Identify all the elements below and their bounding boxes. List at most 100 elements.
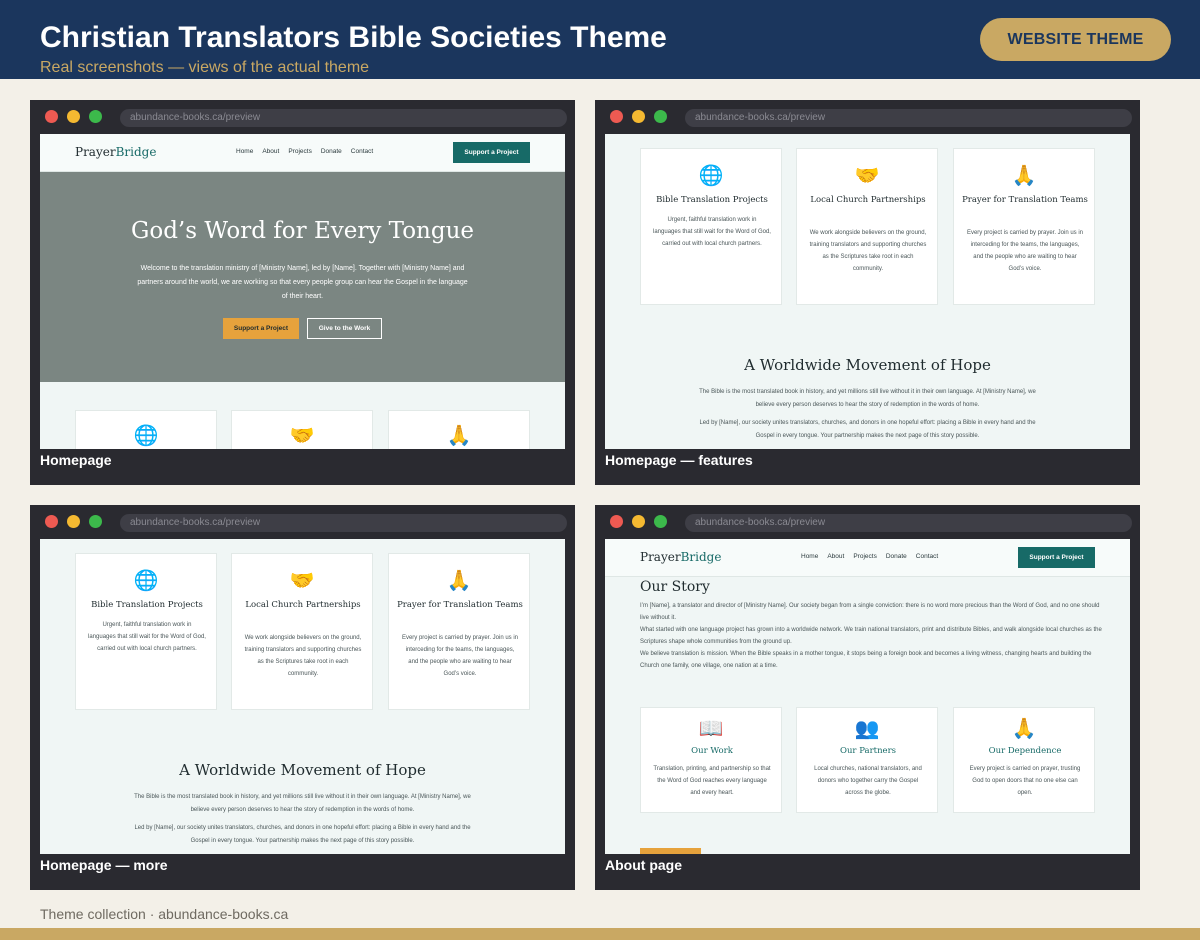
feature-text: Every project is carried by prayer. Join… bbox=[401, 635, 519, 677]
movement-paragraph-1: The Bible is the most translated book in… bbox=[134, 794, 471, 813]
site-logo[interactable]: PrayerBridge bbox=[640, 550, 721, 564]
nav-link-about[interactable]: About bbox=[262, 148, 279, 155]
about-card-text: Every project is carried on prayer, trus… bbox=[969, 766, 1081, 796]
hero-title: God’s Word for Every Tongue bbox=[130, 218, 475, 244]
preview-window-features: abundance-books.ca/preview 🌐 Bible Trans… bbox=[595, 100, 1140, 485]
feature-card: 🙏 Prayer for Translation Teams Every pro… bbox=[953, 148, 1095, 305]
nav-link-projects[interactable]: Projects bbox=[853, 553, 876, 560]
feature-card: 🙏 Prayer for Translation Teams Every pro… bbox=[388, 553, 530, 710]
site-logo[interactable]: PrayerBridge bbox=[75, 145, 156, 159]
feature-text: Every project is carried by prayer. Join… bbox=[966, 230, 1084, 272]
about-card-text: Local churches, national translators, an… bbox=[814, 766, 922, 796]
nav-link-about[interactable]: About bbox=[827, 553, 844, 560]
feature-card: 🤝 Local Church Partnerships We work alon… bbox=[796, 148, 938, 305]
globe-icon: 🌐 bbox=[133, 570, 159, 592]
close-dot-icon[interactable] bbox=[45, 110, 58, 123]
nav-link-home[interactable]: Home bbox=[236, 148, 253, 155]
feature-title: Bible Translation Projects bbox=[656, 195, 768, 205]
movement-title: A Worldwide Movement of Hope bbox=[179, 761, 426, 779]
close-dot-icon[interactable] bbox=[45, 515, 58, 528]
address-bar[interactable]: abundance-books.ca/preview bbox=[685, 109, 1132, 127]
site-screen: 🌐 Bible Translation Projects Urgent, fai… bbox=[40, 539, 565, 854]
maximize-dot-icon[interactable] bbox=[654, 515, 667, 528]
hero-text: Welcome to the translation ministry of [… bbox=[137, 265, 468, 300]
feature-card: 🌐 bbox=[75, 410, 217, 449]
hero-support-button[interactable]: Support a Project bbox=[223, 318, 299, 339]
page-subtitle: Real screenshots — views of the actual t… bbox=[40, 59, 370, 76]
site-nav: PrayerBridge Home About Projects Donate … bbox=[40, 134, 565, 172]
globe-icon: 🌐 bbox=[698, 165, 724, 187]
logo-prayer: Prayer bbox=[640, 550, 681, 564]
about-card-text: Translation, printing, and partnership s… bbox=[653, 766, 771, 796]
feature-text: Urgent, faithful translation work in lan… bbox=[653, 217, 771, 247]
about-card-title: Our Dependence bbox=[988, 746, 1062, 756]
feature-card: 🙏 bbox=[388, 410, 530, 449]
maximize-dot-icon[interactable] bbox=[89, 110, 102, 123]
support-project-button[interactable]: Support a Project bbox=[453, 142, 530, 163]
preview-window-about: abundance-books.ca/preview PrayerBridge … bbox=[595, 505, 1140, 890]
window-caption: Homepage — more bbox=[40, 857, 168, 873]
nav-link-projects[interactable]: Projects bbox=[288, 148, 311, 155]
story-title: Our Story bbox=[640, 579, 710, 595]
address-bar[interactable]: abundance-books.ca/preview bbox=[685, 514, 1132, 532]
praying-hands-icon: 🙏 bbox=[446, 425, 472, 447]
feature-title: Bible Translation Projects bbox=[91, 600, 203, 610]
feature-title: Local Church Partnerships bbox=[245, 600, 361, 610]
nav-link-donate[interactable]: Donate bbox=[321, 148, 342, 155]
close-dot-icon[interactable] bbox=[610, 515, 623, 528]
address-bar[interactable]: abundance-books.ca/preview bbox=[120, 109, 567, 127]
feature-text: We work alongside believers on the groun… bbox=[244, 635, 362, 677]
website-theme-button[interactable]: WEBSITE THEME bbox=[980, 18, 1171, 61]
nav-link-contact[interactable]: Contact bbox=[916, 553, 938, 560]
close-dot-icon[interactable] bbox=[610, 110, 623, 123]
minimize-dot-icon[interactable] bbox=[67, 110, 80, 123]
header-bar: Christian Translators Bible Societies Th… bbox=[0, 0, 1200, 79]
feature-text: We work alongside believers on the groun… bbox=[809, 230, 927, 272]
feature-title: Prayer for Translation Teams bbox=[397, 600, 523, 610]
minimize-dot-icon[interactable] bbox=[632, 110, 645, 123]
window-caption: About page bbox=[605, 857, 682, 873]
nav-link-donate[interactable]: Donate bbox=[886, 553, 907, 560]
handshake-icon: 🤝 bbox=[289, 425, 315, 447]
site-screen: PrayerBridge Home About Projects Donate … bbox=[605, 539, 1130, 854]
site-nav: PrayerBridge Home About Projects Donate … bbox=[605, 539, 1130, 577]
story-paragraph-1: I’m [Name], a translator and director of… bbox=[640, 603, 1100, 621]
minimize-dot-icon[interactable] bbox=[67, 515, 80, 528]
nav-links: Home About Projects Donate Contact bbox=[236, 148, 373, 155]
feature-card: 🌐 Bible Translation Projects Urgent, fai… bbox=[640, 148, 782, 305]
feature-title: Local Church Partnerships bbox=[810, 195, 926, 205]
handshake-icon: 🤝 bbox=[854, 165, 880, 187]
about-card-title: Our Partners bbox=[839, 746, 897, 756]
maximize-dot-icon[interactable] bbox=[654, 110, 667, 123]
globe-icon: 🌐 bbox=[133, 425, 159, 447]
site-screen: PrayerBridge Home About Projects Donate … bbox=[40, 134, 565, 449]
movement-paragraph-2: Led by [Name], our society unites transl… bbox=[699, 420, 1036, 439]
about-card: 📖 Our Work Translation, printing, and pa… bbox=[640, 707, 782, 813]
about-card: 🙏 Our Dependence Every project is carrie… bbox=[953, 707, 1095, 813]
feature-card: 🌐 Bible Translation Projects Urgent, fai… bbox=[75, 553, 217, 710]
hero-give-button[interactable]: Give to the Work bbox=[307, 318, 382, 339]
window-caption: Homepage bbox=[40, 452, 112, 468]
maximize-dot-icon[interactable] bbox=[89, 515, 102, 528]
about-card: 👥 Our Partners Local churches, national … bbox=[796, 707, 938, 813]
nav-link-home[interactable]: Home bbox=[801, 553, 818, 560]
feature-card: 🤝 Local Church Partnerships We work alon… bbox=[231, 553, 373, 710]
bible-icon: 📖 bbox=[698, 718, 724, 740]
logo-prayer: Prayer bbox=[75, 145, 116, 159]
footer-bar bbox=[0, 928, 1200, 940]
nav-link-contact[interactable]: Contact bbox=[351, 148, 373, 155]
movement-paragraph-2: Led by [Name], our society unites transl… bbox=[134, 825, 471, 844]
feature-title: Prayer for Translation Teams bbox=[962, 195, 1088, 205]
support-project-button[interactable]: Support a Project bbox=[1018, 547, 1095, 568]
logo-bridge: Bridge bbox=[115, 145, 157, 159]
minimize-dot-icon[interactable] bbox=[632, 515, 645, 528]
praying-hands-icon: 🙏 bbox=[1011, 718, 1037, 740]
feature-card: 🤝 bbox=[231, 410, 373, 449]
window-caption: Homepage — features bbox=[605, 452, 753, 468]
hero-section: God’s Word for Every Tongue Welcome to t… bbox=[40, 172, 565, 382]
address-bar[interactable]: abundance-books.ca/preview bbox=[120, 514, 567, 532]
about-card-title: Our Work bbox=[691, 746, 733, 756]
orange-button-edge[interactable] bbox=[640, 848, 701, 854]
people-icon: 👥 bbox=[854, 718, 880, 740]
logo-bridge: Bridge bbox=[680, 550, 722, 564]
